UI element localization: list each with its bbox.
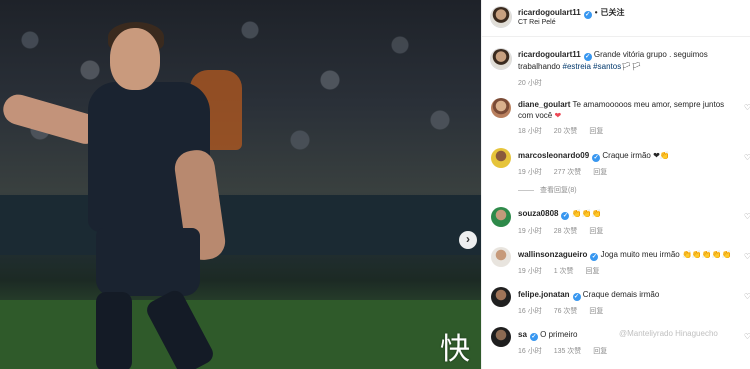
comment-time: 16 小时 [518, 348, 542, 355]
post-location[interactable]: CT Rei Pelé [518, 19, 556, 26]
reply-button[interactable]: 回复 [589, 308, 603, 315]
commenter-avatar[interactable] [491, 247, 511, 267]
comment-likes[interactable]: 28 次赞 [554, 228, 578, 235]
reply-button[interactable]: 回复 [593, 348, 607, 355]
comment-username[interactable]: marcosleonardo09 [518, 151, 589, 160]
commenter-avatar[interactable] [491, 287, 511, 307]
commenter-avatar[interactable] [491, 327, 511, 347]
comment-emoji: 👏👏👏 [571, 209, 602, 218]
author-username[interactable]: ricardogoulart11 [518, 8, 581, 17]
verified-badge-icon: ✓ [572, 293, 581, 301]
player-head [110, 28, 160, 90]
caption-avatar[interactable] [491, 49, 511, 69]
post-header: ricardogoulart11 ✓ • 已关注 CT Rei Pelé [482, 0, 750, 37]
caption-hashtags[interactable]: #estreia #santos [563, 62, 622, 71]
post-side-panel: ricardogoulart11 ✓ • 已关注 CT Rei Pelé ricard… [481, 0, 750, 369]
player-shorts [96, 228, 200, 296]
comment-time: 18 小时 [518, 128, 542, 135]
comment-text: O primeiro [540, 330, 578, 339]
comment-emoji: ❤👏 [653, 151, 670, 160]
comment-emoji: ❤ [554, 111, 562, 120]
comment-likes[interactable]: 277 次赞 [554, 169, 582, 176]
commenter-avatar[interactable] [491, 148, 511, 168]
like-heart-icon[interactable]: ♡ [744, 212, 750, 221]
comment-time: 19 小时 [518, 169, 542, 176]
view-replies-button[interactable]: 查看回复(8) [518, 185, 577, 195]
comment-username[interactable]: wallinsonzagueiro [518, 250, 587, 259]
commenter-avatar[interactable] [491, 98, 511, 118]
verified-badge-icon: ✓ [583, 11, 592, 19]
next-image-button[interactable]: › [459, 231, 477, 249]
reply-button[interactable]: 回复 [589, 128, 603, 135]
divider-line [518, 189, 534, 191]
verified-badge-icon: ✓ [561, 212, 570, 220]
reply-button[interactable]: 回复 [589, 228, 603, 235]
caption-flags: 🏳🏳 [621, 62, 642, 71]
comment-time: 16 小时 [518, 308, 542, 315]
caption-time: 20 小时 [518, 80, 542, 87]
commenter-avatar[interactable] [491, 207, 511, 227]
reply-button[interactable]: 回复 [585, 268, 599, 275]
comment-time: 19 小时 [518, 268, 542, 275]
reply-button[interactable]: 回复 [593, 169, 607, 176]
like-heart-icon[interactable]: ♡ [744, 292, 750, 301]
comment-text: Craque demais irmão [582, 290, 660, 299]
comment-username[interactable]: souza0808 [518, 209, 558, 218]
player-left-leg [96, 292, 132, 369]
player-right-leg [143, 287, 217, 369]
chevron-right-icon: › [466, 232, 470, 246]
like-heart-icon[interactable]: ♡ [744, 252, 750, 261]
watermark-logo: 快 [440, 332, 470, 367]
author-avatar[interactable] [491, 7, 511, 27]
comment-likes[interactable]: 76 次赞 [554, 308, 578, 315]
verified-badge-icon: ✓ [592, 154, 601, 162]
like-heart-icon[interactable]: ♡ [744, 153, 750, 162]
comment-time: 19 小时 [518, 228, 542, 235]
verified-badge-icon: ✓ [529, 333, 538, 341]
like-heart-icon[interactable]: ♡ [744, 103, 750, 112]
overlay-text: @Manteliyrado Hinaguecho [619, 329, 718, 338]
view-replies-label: 查看回复(8) [540, 187, 577, 194]
comment-text: Joga muito meu irmão [600, 250, 680, 259]
follow-status-button[interactable]: 已关注 [601, 8, 625, 17]
comment-likes[interactable]: 1 次赞 [554, 268, 574, 275]
football-player [0, 0, 481, 369]
comment-emoji: 👏👏👏👏👏 [681, 250, 732, 259]
comment-likes[interactable]: 20 次赞 [554, 128, 578, 135]
comment-username[interactable]: felipe.jonatan [518, 290, 570, 299]
caption-username[interactable]: ricardogoulart11 [518, 50, 581, 59]
comment-likes[interactable]: 135 次赞 [554, 348, 582, 355]
verified-badge-icon: ✓ [590, 253, 599, 261]
comment-username[interactable]: diane_goulart [518, 100, 570, 109]
post-photo[interactable]: › [0, 0, 481, 369]
verified-badge-icon: ✓ [583, 53, 592, 61]
like-heart-icon[interactable]: ♡ [744, 332, 750, 341]
separator-dot: • [594, 8, 598, 17]
comment-username[interactable]: sa [518, 330, 527, 339]
comment-text: Craque irmão [602, 151, 651, 160]
